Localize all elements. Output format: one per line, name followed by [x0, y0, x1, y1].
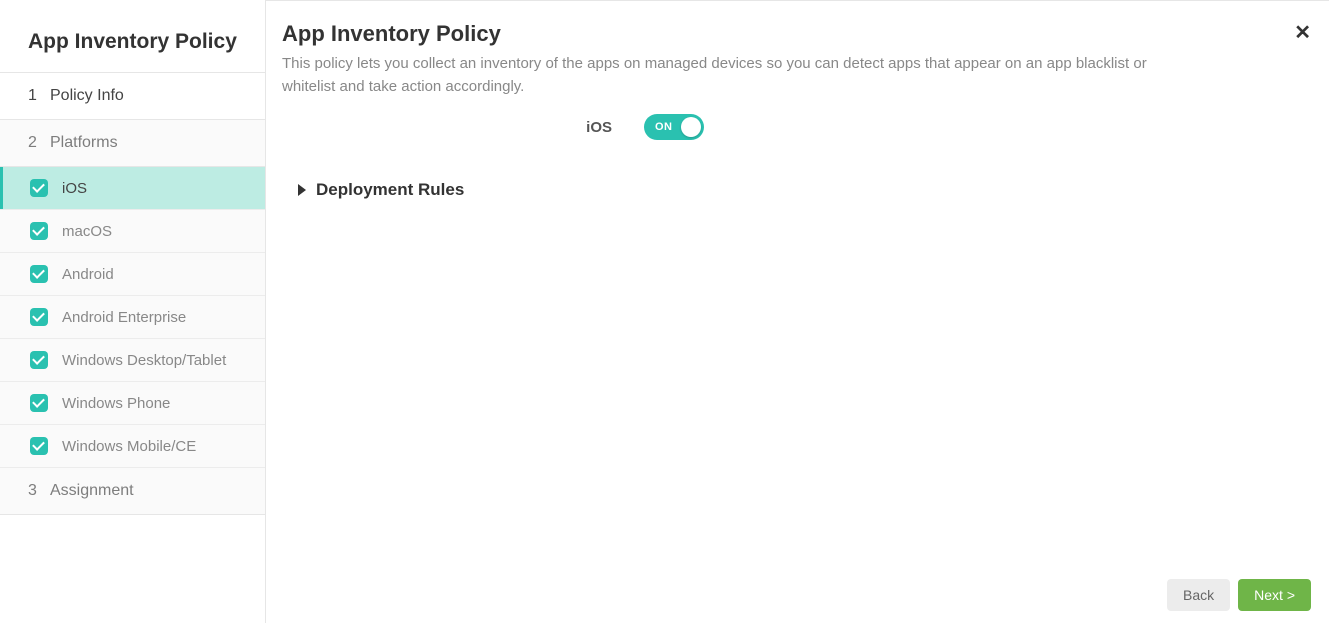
ios-toggle[interactable]: ON — [644, 114, 704, 140]
step-number: 3 — [28, 482, 48, 500]
step-label: Policy Info — [50, 87, 124, 105]
close-icon[interactable]: ✕ — [1294, 23, 1311, 43]
step-label: Assignment — [50, 482, 134, 500]
checkbox-checked-icon — [30, 308, 48, 326]
page-description: This policy lets you collect an inventor… — [282, 53, 1202, 98]
toggle-state-text: ON — [655, 121, 673, 133]
checkbox-checked-icon — [30, 265, 48, 283]
step-policy-info[interactable]: 1 Policy Info — [0, 73, 265, 120]
platform-label: Android Enterprise — [62, 309, 186, 326]
step-assignment[interactable]: 3 Assignment — [0, 468, 265, 515]
ios-toggle-row: iOS ON — [282, 114, 1299, 140]
toggle-knob — [681, 117, 701, 137]
checkbox-checked-icon — [30, 222, 48, 240]
platform-item-windows-mobile-ce[interactable]: Windows Mobile/CE — [0, 425, 265, 468]
platform-label: Windows Phone — [62, 395, 170, 412]
step-number: 1 — [28, 87, 48, 105]
platform-item-android[interactable]: Android — [0, 253, 265, 296]
platform-label: Android — [62, 266, 114, 283]
deployment-rules-label: Deployment Rules — [316, 180, 464, 200]
platform-item-macos[interactable]: macOS — [0, 210, 265, 253]
toggle-label: iOS — [582, 119, 612, 136]
checkbox-checked-icon — [30, 437, 48, 455]
sidebar: App Inventory Policy 1 Policy Info 2 Pla… — [0, 0, 266, 623]
platform-item-ios[interactable]: iOS — [0, 167, 265, 210]
platform-label: iOS — [62, 180, 87, 197]
page-title: App Inventory Policy — [282, 21, 1299, 47]
footer-actions: Back Next > — [1167, 579, 1311, 611]
platform-label: Windows Mobile/CE — [62, 438, 196, 455]
step-platforms[interactable]: 2 Platforms — [0, 120, 265, 167]
platform-item-windows-desktop-tablet[interactable]: Windows Desktop/Tablet — [0, 339, 265, 382]
checkbox-checked-icon — [30, 394, 48, 412]
checkbox-checked-icon — [30, 179, 48, 197]
caret-right-icon — [298, 184, 306, 196]
checkbox-checked-icon — [30, 351, 48, 369]
main-panel: ✕ App Inventory Policy This policy lets … — [266, 0, 1329, 623]
platform-label: Windows Desktop/Tablet — [62, 352, 226, 369]
platform-item-windows-phone[interactable]: Windows Phone — [0, 382, 265, 425]
sidebar-title: App Inventory Policy — [0, 0, 265, 73]
back-button[interactable]: Back — [1167, 579, 1230, 611]
next-button[interactable]: Next > — [1238, 579, 1311, 611]
step-label: Platforms — [50, 134, 118, 152]
step-number: 2 — [28, 134, 48, 152]
platform-item-android-enterprise[interactable]: Android Enterprise — [0, 296, 265, 339]
platform-label: macOS — [62, 223, 112, 240]
deployment-rules-toggle[interactable]: Deployment Rules — [298, 180, 1299, 200]
